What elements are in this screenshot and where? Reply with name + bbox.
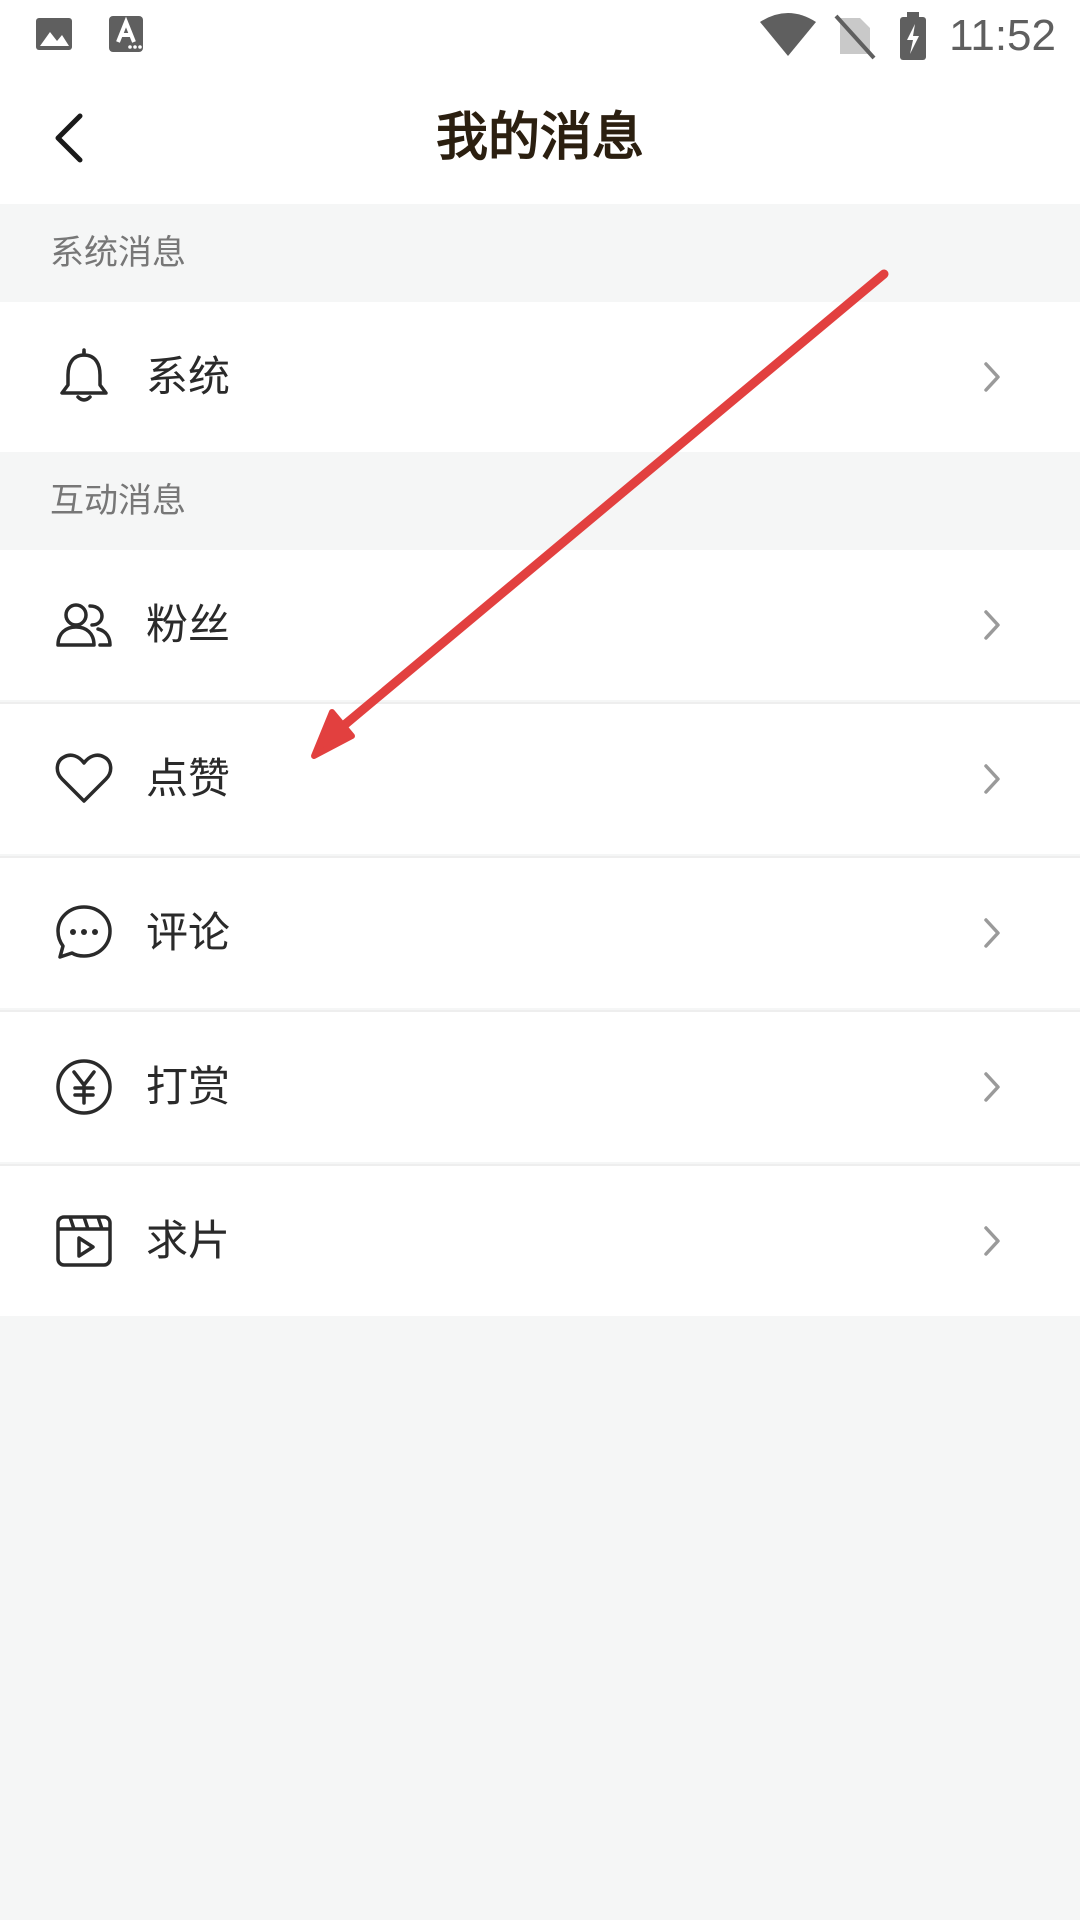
section-label-system: 系统消息 — [50, 233, 186, 273]
video-request-icon — [56, 1215, 112, 1267]
wifi-icon — [760, 13, 816, 56]
chevron-right-icon — [984, 918, 1000, 948]
status-bar: 11:52 — [0, 0, 1080, 72]
section-label-interaction: 互动消息 — [50, 481, 186, 521]
battery-charging-icon — [900, 12, 926, 60]
list-item-label: 粉丝 — [146, 600, 231, 649]
page-title: 我的消息 — [435, 108, 644, 168]
bell-icon — [60, 348, 108, 402]
section-header-interaction: 互动消息 — [0, 452, 1080, 550]
header-bar: 我的消息 — [0, 72, 1080, 204]
list-item-label: 评论 — [146, 908, 231, 957]
list-item-comments[interactable]: 评论 — [0, 858, 1080, 1008]
list-item-label: 点赞 — [146, 754, 231, 803]
chevron-right-icon — [984, 1072, 1000, 1102]
list-item-rewards[interactable]: 打赏 — [0, 1012, 1080, 1162]
text-a-icon — [109, 16, 143, 52]
chevron-right-icon — [984, 764, 1000, 794]
no-sim-icon — [834, 14, 876, 60]
chevron-right-icon — [984, 1226, 1000, 1256]
list-item-label: 打赏 — [146, 1062, 231, 1111]
list-item-likes[interactable]: 点赞 — [0, 704, 1080, 854]
list-item-label: 求片 — [146, 1216, 231, 1265]
list-item-system[interactable]: 系统 — [0, 302, 1080, 452]
comment-icon — [56, 905, 112, 959]
gallery-icon — [36, 18, 72, 50]
heart-icon — [55, 753, 113, 803]
status-time: 11:52 — [949, 11, 1056, 60]
yen-coin-icon — [56, 1059, 112, 1115]
chevron-right-icon — [984, 610, 1000, 640]
section-header-system: 系统消息 — [0, 204, 1080, 302]
list-item-label: 系统 — [146, 352, 231, 401]
list-item-requests[interactable]: 求片 — [0, 1166, 1080, 1316]
list-item-fans[interactable]: 粉丝 — [0, 550, 1080, 700]
chevron-right-icon — [984, 362, 1000, 392]
fans-icon — [56, 603, 112, 647]
